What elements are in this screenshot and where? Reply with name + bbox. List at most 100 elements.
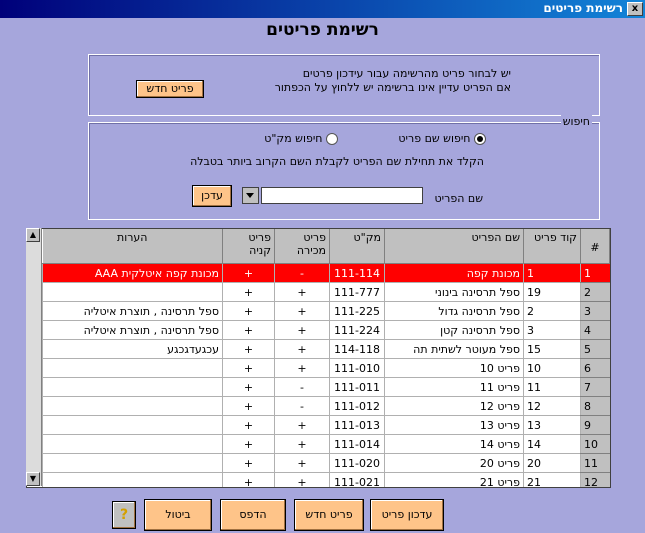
cell-notes[interactable] (42, 453, 223, 473)
cell-name[interactable]: פריט 12 (384, 396, 524, 416)
cell-name[interactable]: פריט 13 (384, 415, 524, 435)
search-dropdown-button[interactable] (242, 187, 259, 204)
cell-sale[interactable]: + (274, 282, 330, 302)
table-row[interactable]: 11 20 פריט 20 111-020 + + (42, 453, 610, 473)
cell-notes[interactable] (42, 472, 223, 487)
table-row[interactable]: 2 19 ספל תרסינה בינוני 111-777 + + (42, 282, 610, 302)
cell-sale[interactable]: + (274, 301, 330, 321)
cell-sale[interactable]: + (274, 472, 330, 487)
cell-sku[interactable]: 111-114 (329, 263, 385, 283)
row-index[interactable]: 8 (580, 396, 610, 416)
cell-code[interactable]: 11 (523, 377, 581, 397)
cell-sale[interactable]: + (274, 320, 330, 340)
cell-name[interactable]: ספל תרסינה גדול (384, 301, 524, 321)
cell-name[interactable]: פריט 10 (384, 358, 524, 378)
row-index[interactable]: 4 (580, 320, 610, 340)
row-index[interactable]: 11 (580, 453, 610, 473)
cell-code[interactable]: 21 (523, 472, 581, 487)
items-table[interactable]: # קוד פריט שם הפריט מק"ט פריט מכירה פריט… (26, 228, 611, 488)
col-header-buy[interactable]: פריט קניה (222, 229, 275, 264)
cell-buy[interactable]: + (222, 320, 275, 340)
cell-sku[interactable]: 111-010 (329, 358, 385, 378)
col-header-sku[interactable]: מק"ט (329, 229, 385, 264)
update-search-button[interactable]: עדכן (192, 185, 232, 207)
cell-sku[interactable]: 111-225 (329, 301, 385, 321)
cell-code[interactable]: 1 (523, 263, 581, 283)
cell-sale[interactable]: + (274, 453, 330, 473)
search-input[interactable] (261, 187, 423, 204)
row-index[interactable]: 3 (580, 301, 610, 321)
cell-name[interactable]: מכונת קפה (384, 263, 524, 283)
cell-sale[interactable]: - (274, 377, 330, 397)
cell-buy[interactable]: + (222, 453, 275, 473)
cell-buy[interactable]: + (222, 339, 275, 359)
cell-code[interactable]: 15 (523, 339, 581, 359)
cell-notes[interactable] (42, 434, 223, 454)
cell-code[interactable]: 20 (523, 453, 581, 473)
table-row[interactable]: 3 2 ספל תרסינה גדול 111-225 + + ספל תרסינה , ת… (42, 301, 610, 321)
help-button[interactable]: ? (112, 501, 136, 529)
cell-sku[interactable]: 111-777 (329, 282, 385, 302)
table-row[interactable]: 4 3 ספל תרסינה קטן 111-224 + + ספל תרסינה , תו… (42, 320, 610, 340)
cell-sku[interactable]: 111-020 (329, 453, 385, 473)
cell-sku[interactable]: 111-011 (329, 377, 385, 397)
cell-buy[interactable]: + (222, 377, 275, 397)
col-header-code[interactable]: קוד פריט (523, 229, 581, 264)
cell-sale[interactable]: + (274, 434, 330, 454)
radio-code-icon[interactable] (326, 133, 338, 145)
table-row[interactable]: 6 10 פריט 10 111-010 + + (42, 358, 610, 378)
table-scrollbar[interactable]: ▲ ▼ (26, 228, 42, 486)
cell-sku[interactable]: 111-224 (329, 320, 385, 340)
row-index[interactable]: 2 (580, 282, 610, 302)
cell-code[interactable]: 2 (523, 301, 581, 321)
cell-code[interactable]: 14 (523, 434, 581, 454)
cell-code[interactable]: 12 (523, 396, 581, 416)
table-row[interactable]: 8 12 פריט 12 111-012- + (42, 396, 610, 416)
row-index[interactable]: 12 (580, 472, 610, 487)
table-row[interactable]: 1 1 מכונת קפה 111-114- + מכונת קפה איטלקית AA… (42, 263, 610, 283)
print-button[interactable]: הדפס (220, 499, 286, 531)
cell-notes[interactable] (42, 396, 223, 416)
cell-sku[interactable]: 111-012 (329, 396, 385, 416)
new-item-button[interactable]: פריט חדש (294, 499, 364, 531)
cell-sale[interactable]: + (274, 358, 330, 378)
cell-code[interactable]: 3 (523, 320, 581, 340)
cell-notes[interactable]: מכונת קפה איטלקית AAA (42, 263, 223, 283)
row-index[interactable]: 1 (580, 263, 610, 283)
cell-sku[interactable]: 111-021 (329, 472, 385, 487)
cell-sale[interactable]: + (274, 339, 330, 359)
row-index[interactable]: 9 (580, 415, 610, 435)
col-header-index[interactable]: # (580, 229, 610, 264)
table-row[interactable]: 5 15 ספל מעוטר לשתית תה 114-118 + + עכגעדגכגע (42, 339, 610, 359)
row-index[interactable]: 7 (580, 377, 610, 397)
scroll-up-icon[interactable]: ▲ (26, 228, 40, 242)
row-index[interactable]: 10 (580, 434, 610, 454)
cell-buy[interactable]: + (222, 282, 275, 302)
cell-name[interactable]: פריט 20 (384, 453, 524, 473)
cell-notes[interactable] (42, 377, 223, 397)
cell-buy[interactable]: + (222, 263, 275, 283)
cell-buy[interactable]: + (222, 415, 275, 435)
table-row[interactable]: 12 21 פריט 21 111-021 + + (42, 472, 610, 487)
col-header-notes[interactable]: הערות (42, 229, 223, 264)
cell-buy[interactable]: + (222, 301, 275, 321)
cell-name[interactable]: פריט 21 (384, 472, 524, 487)
cell-code[interactable]: 10 (523, 358, 581, 378)
cell-notes[interactable] (42, 358, 223, 378)
cell-buy[interactable]: + (222, 472, 275, 487)
cell-buy[interactable]: + (222, 434, 275, 454)
table-row[interactable]: 7 11 פריט 11 111-011- + (42, 377, 610, 397)
cell-code[interactable]: 13 (523, 415, 581, 435)
cell-name[interactable]: פריט 11 (384, 377, 524, 397)
cell-name[interactable]: פריט 14 (384, 434, 524, 454)
table-row[interactable]: 9 13 פריט 13 111-013 + + (42, 415, 610, 435)
cell-buy[interactable]: + (222, 396, 275, 416)
cell-notes[interactable]: ספל תרסינה , תוצרת איטליה (42, 301, 223, 321)
cell-sku[interactable]: 114-118 (329, 339, 385, 359)
cell-sku[interactable]: 111-014 (329, 434, 385, 454)
new-item-button-top[interactable]: פריט חדש (136, 80, 204, 98)
cell-notes[interactable] (42, 282, 223, 302)
scroll-down-icon[interactable]: ▼ (26, 472, 40, 486)
cell-notes[interactable]: עכגעדגכגע (42, 339, 223, 359)
col-header-name[interactable]: שם הפריט (384, 229, 524, 264)
